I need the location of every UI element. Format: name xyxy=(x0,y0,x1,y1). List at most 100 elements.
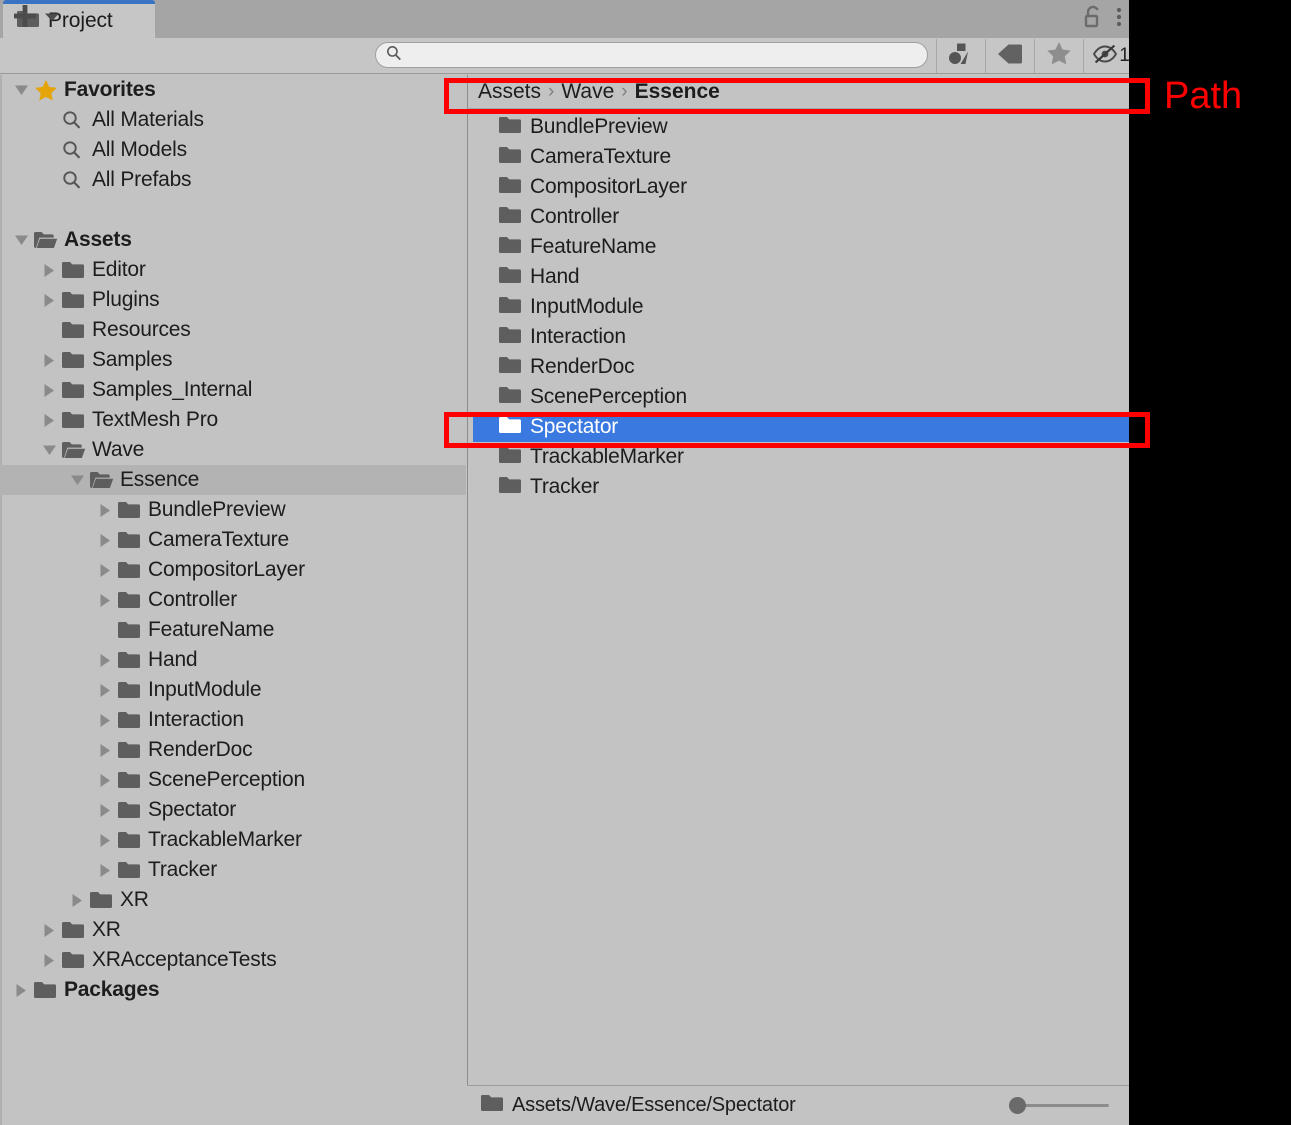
tree-item-trackablemarker[interactable]: TrackableMarker xyxy=(0,825,466,855)
asset-item-hand[interactable]: Hand xyxy=(468,262,1129,292)
tree-item-label: All Prefabs xyxy=(92,168,192,191)
tree-item-xracceptancetests[interactable]: XRAcceptanceTests xyxy=(0,945,466,975)
asset-item-bundlepreview[interactable]: BundlePreview xyxy=(468,112,1129,142)
tree-item-label: Packages xyxy=(64,978,160,1001)
chevron-right-icon[interactable] xyxy=(64,893,90,908)
folder-icon xyxy=(62,921,92,939)
tree-item-compositorlayer[interactable]: CompositorLayer xyxy=(0,555,466,585)
chevron-right-icon[interactable] xyxy=(36,263,62,278)
tree-item-plugins[interactable]: Plugins xyxy=(0,285,466,315)
tree-item-label: TextMesh Pro xyxy=(92,408,218,431)
chevron-right-icon[interactable] xyxy=(92,533,118,548)
folder-tree-panel[interactable]: Favorites All Materials All Models All Pref… xyxy=(0,75,466,1125)
asset-item-label: FeatureName xyxy=(530,235,657,258)
breadcrumb-item-0[interactable]: Assets xyxy=(478,80,541,104)
asset-item-controller[interactable]: Controller xyxy=(468,202,1129,232)
breadcrumb-item-1[interactable]: Wave xyxy=(561,80,614,104)
chevron-right-icon[interactable] xyxy=(92,653,118,668)
chevron-right-icon[interactable] xyxy=(36,413,62,428)
chevron-right-icon: › xyxy=(621,80,628,102)
chevron-right-icon[interactable] xyxy=(92,593,118,608)
chevron-right-icon[interactable] xyxy=(92,743,118,758)
asset-type-filter-button[interactable] xyxy=(936,39,985,73)
tree-item-controller[interactable]: Controller xyxy=(0,585,466,615)
chevron-right-icon[interactable] xyxy=(36,353,62,368)
tree-item-cameratexture[interactable]: CameraTexture xyxy=(0,525,466,555)
tree-item-wave[interactable]: Wave xyxy=(0,435,466,465)
asset-item-interaction[interactable]: Interaction xyxy=(468,322,1129,352)
tree-item-all-materials[interactable]: All Materials xyxy=(0,105,466,135)
chevron-right-icon[interactable] xyxy=(92,563,118,578)
asset-item-featurename[interactable]: FeatureName xyxy=(468,232,1129,262)
tree-item-featurename[interactable]: FeatureName xyxy=(0,615,466,645)
filter-button-group: 1 xyxy=(936,39,1129,73)
tree-item-renderdoc[interactable]: RenderDoc xyxy=(0,735,466,765)
asset-item-tracker[interactable]: Tracker xyxy=(468,472,1129,502)
tree-item-label: Resources xyxy=(92,318,191,341)
tree-item-samples[interactable]: Samples xyxy=(0,345,466,375)
tree-item-all-models[interactable]: All Models xyxy=(0,135,466,165)
breadcrumb-item-2[interactable]: Essence xyxy=(635,80,720,104)
chevron-down-icon[interactable] xyxy=(36,444,62,457)
tree-item-interaction[interactable]: Interaction xyxy=(0,705,466,735)
tree-item-essence[interactable]: Essence xyxy=(0,465,466,495)
tree-item-textmesh-pro[interactable]: TextMesh Pro xyxy=(0,405,466,435)
tree-item-bundlepreview[interactable]: BundlePreview xyxy=(0,495,466,525)
thumbnail-size-slider[interactable] xyxy=(1009,1097,1109,1115)
tree-item-favorites[interactable]: Favorites xyxy=(0,75,466,105)
create-asset-button[interactable] xyxy=(12,4,60,32)
tree-item-label: Essence xyxy=(120,468,200,491)
slider-handle[interactable] xyxy=(1009,1097,1026,1114)
tree-item-label: ScenePerception xyxy=(148,768,305,791)
chevron-right-icon[interactable] xyxy=(92,833,118,848)
folder-icon xyxy=(62,381,92,399)
chevron-right-icon[interactable] xyxy=(36,293,62,308)
chevron-down-icon[interactable] xyxy=(64,474,90,487)
asset-content-panel[interactable]: Assets › Wave › Essence BundlePreview Cam… xyxy=(467,75,1129,1125)
asset-item-sceneperception[interactable]: ScenePerception xyxy=(468,382,1129,412)
chevron-right-icon[interactable] xyxy=(36,383,62,398)
tree-item-sceneperception[interactable]: ScenePerception xyxy=(0,765,466,795)
chevron-right-icon[interactable] xyxy=(92,713,118,728)
chevron-down-icon[interactable] xyxy=(8,234,34,247)
asset-item-compositorlayer[interactable]: CompositorLayer xyxy=(468,172,1129,202)
tree-item-hand[interactable]: Hand xyxy=(0,645,466,675)
chevron-right-icon[interactable] xyxy=(92,683,118,698)
tree-item-assets[interactable]: Assets xyxy=(0,225,466,255)
tree-item-resources[interactable]: Resources xyxy=(0,315,466,345)
breadcrumb[interactable]: Assets › Wave › Essence xyxy=(468,75,1129,109)
tree-item-all-prefabs[interactable]: All Prefabs xyxy=(0,165,466,195)
asset-item-inputmodule[interactable]: InputModule xyxy=(468,292,1129,322)
asset-item-cameratexture[interactable]: CameraTexture xyxy=(468,142,1129,172)
tree-item-packages[interactable]: Packages xyxy=(0,975,466,1005)
tree-item-spectator[interactable]: Spectator xyxy=(0,795,466,825)
tree-item-tracker[interactable]: Tracker xyxy=(0,855,466,885)
chevron-right-icon[interactable] xyxy=(8,983,34,998)
kebab-menu-icon[interactable] xyxy=(1115,5,1123,34)
chevron-right-icon[interactable] xyxy=(92,803,118,818)
favorites-filter-button[interactable] xyxy=(1034,39,1083,73)
chevron-right-icon[interactable] xyxy=(92,773,118,788)
asset-item-renderdoc[interactable]: RenderDoc xyxy=(468,352,1129,382)
asset-item-spectator[interactable]: Spectator xyxy=(473,412,1129,442)
hidden-packages-filter-button[interactable]: 1 xyxy=(1083,39,1129,73)
tree-item-xr[interactable]: XR xyxy=(0,885,466,915)
chevron-right-icon: › xyxy=(548,80,555,102)
chevron-down-icon[interactable] xyxy=(8,84,34,97)
chevron-right-icon[interactable] xyxy=(36,953,62,968)
tree-item-samples-internal[interactable]: Samples_Internal xyxy=(0,375,466,405)
label-filter-button[interactable] xyxy=(985,39,1034,73)
tree-item-editor[interactable]: Editor xyxy=(0,255,466,285)
tree-item-label: CompositorLayer xyxy=(148,558,305,581)
chevron-right-icon[interactable] xyxy=(36,923,62,938)
chevron-right-icon[interactable] xyxy=(92,863,118,878)
tree-item-xr[interactable]: XR xyxy=(0,915,466,945)
asset-item-trackablemarker[interactable]: TrackableMarker xyxy=(468,442,1129,472)
chevron-right-icon[interactable] xyxy=(92,503,118,518)
tree-item-label: Spectator xyxy=(148,798,237,821)
search-input-wrapper[interactable] xyxy=(375,42,928,68)
asset-item-label: Interaction xyxy=(530,325,626,348)
tree-item-inputmodule[interactable]: InputModule xyxy=(0,675,466,705)
search-input[interactable] xyxy=(408,45,892,65)
padlock-open-icon[interactable] xyxy=(1083,5,1103,34)
